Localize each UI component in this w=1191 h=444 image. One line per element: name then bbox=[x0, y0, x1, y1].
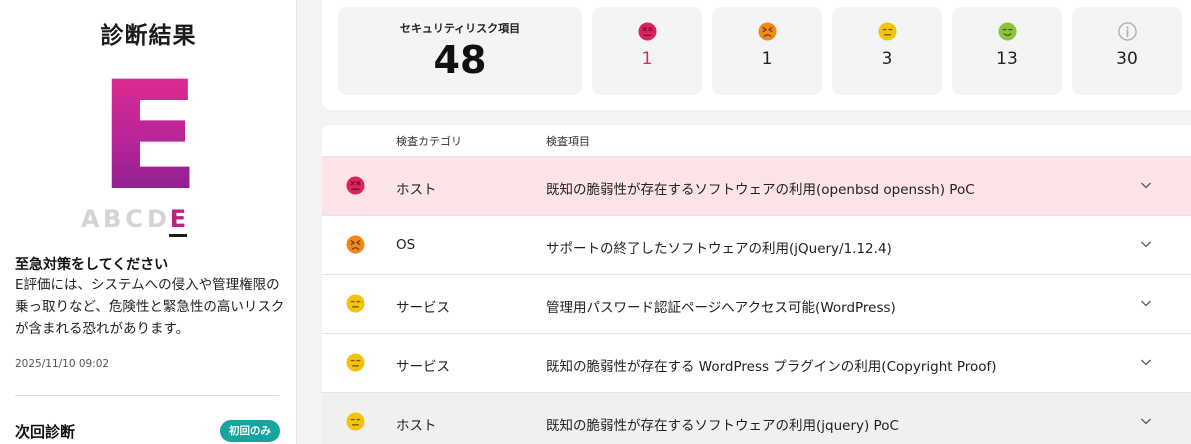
row-item: 既知の脆弱性が存在する WordPress プラグインの利用(Copyright… bbox=[546, 359, 997, 375]
total-risk-label: セキュリティリスク項目 bbox=[399, 22, 521, 35]
info-count-box[interactable]: 30 bbox=[1072, 7, 1182, 95]
critical-count: 1 bbox=[641, 49, 653, 69]
critical-face-icon bbox=[637, 22, 657, 41]
low-count: 13 bbox=[996, 49, 1018, 69]
critical-face-icon bbox=[346, 176, 365, 195]
grade-scale-e-active: E bbox=[169, 205, 187, 237]
table-row[interactable]: OS サポートの終了したソフトウェアの利用(jQuery/1.12.4) bbox=[322, 216, 1191, 275]
table-header: 検査カテゴリ 検査項目 bbox=[322, 125, 1191, 157]
high-count-box[interactable]: 1 bbox=[712, 7, 822, 95]
row-item: 既知の脆弱性が存在するソフトウェアの利用(openbsd openssh) Po… bbox=[546, 182, 975, 198]
row-item: 管理用パスワード認証ページへアクセス可能(WordPress) bbox=[546, 300, 896, 316]
table-row[interactable]: ホスト 既知の脆弱性が存在するソフトウェアの利用(openbsd openssh… bbox=[322, 157, 1191, 216]
info-count: 30 bbox=[1116, 49, 1138, 69]
grade-scale-d: D bbox=[147, 205, 167, 233]
medium-face-icon bbox=[346, 294, 365, 313]
total-risk-count: セキュリティリスク項目 48 bbox=[338, 7, 582, 95]
medium-count-box[interactable]: 3 bbox=[832, 7, 942, 95]
chevron-down-icon[interactable] bbox=[1140, 238, 1152, 250]
table-row[interactable]: ホスト 既知の脆弱性が存在するソフトウェアの利用(jquery) PoC bbox=[322, 393, 1191, 444]
row-item: 既知の脆弱性が存在するソフトウェアの利用(jquery) PoC bbox=[546, 418, 899, 434]
diagnosis-result-panel: 診断結果 E A B C D E 至急対策をしてください E評価には、システムへ… bbox=[0, 0, 297, 444]
critical-count-box[interactable]: 1 bbox=[592, 7, 702, 95]
chevron-down-icon[interactable] bbox=[1140, 356, 1152, 368]
divider bbox=[15, 395, 279, 396]
total-risk-number: 48 bbox=[433, 38, 487, 82]
grade-scale: A B C D E bbox=[81, 205, 187, 237]
next-diagnosis-label: 次回診断 bbox=[15, 423, 76, 441]
medium-face-icon bbox=[346, 353, 365, 372]
row-category: サービス bbox=[396, 300, 450, 316]
diagnosis-timestamp: 2025/11/10 09:02 bbox=[15, 358, 110, 370]
header-category: 検査カテゴリ bbox=[396, 135, 462, 148]
row-category: ホスト bbox=[396, 182, 437, 198]
grade-scale-b: B bbox=[103, 205, 122, 233]
low-face-icon bbox=[997, 22, 1017, 41]
row-category: ホスト bbox=[396, 418, 437, 434]
high-face-icon bbox=[346, 235, 365, 254]
grade-scale-c: C bbox=[125, 205, 143, 233]
medium-count: 3 bbox=[881, 49, 893, 69]
first-time-badge: 初回のみ bbox=[220, 420, 280, 442]
medium-face-icon bbox=[877, 22, 897, 41]
high-count: 1 bbox=[761, 49, 773, 69]
chevron-down-icon[interactable] bbox=[1140, 179, 1152, 191]
row-item: サポートの終了したソフトウェアの利用(jQuery/1.12.4) bbox=[546, 241, 892, 257]
advice-title: 至急対策をしてください bbox=[15, 257, 169, 273]
medium-face-icon bbox=[346, 412, 365, 431]
panel-title: 診断結果 bbox=[100, 23, 197, 49]
low-count-box[interactable]: 13 bbox=[952, 7, 1062, 95]
table-row[interactable]: サービス 既知の脆弱性が存在する WordPress プラグインの利用(Copy… bbox=[322, 334, 1191, 393]
risk-items-table: 検査カテゴリ 検査項目 ホスト 既知の脆弱性が存在するソフトウェアの利用(ope… bbox=[322, 125, 1191, 444]
advice-body: E評価には、システムへの侵入や管理権限の乗っ取りなど、危険性と緊急性の高いリスク… bbox=[15, 277, 285, 337]
header-item: 検査項目 bbox=[546, 135, 590, 148]
high-face-icon bbox=[757, 22, 777, 41]
grade-letter-large: E bbox=[98, 50, 201, 224]
risk-summary-card: セキュリティリスク項目 48 1 1 3 13 30 bbox=[322, 0, 1191, 110]
chevron-down-icon[interactable] bbox=[1140, 297, 1152, 309]
grade-scale-a: A bbox=[81, 205, 100, 233]
info-icon bbox=[1117, 22, 1137, 41]
row-category: OS bbox=[396, 237, 416, 253]
table-row[interactable]: サービス 管理用パスワード認証ページへアクセス可能(WordPress) bbox=[322, 275, 1191, 334]
row-category: サービス bbox=[396, 359, 450, 375]
chevron-down-icon[interactable] bbox=[1140, 415, 1152, 427]
